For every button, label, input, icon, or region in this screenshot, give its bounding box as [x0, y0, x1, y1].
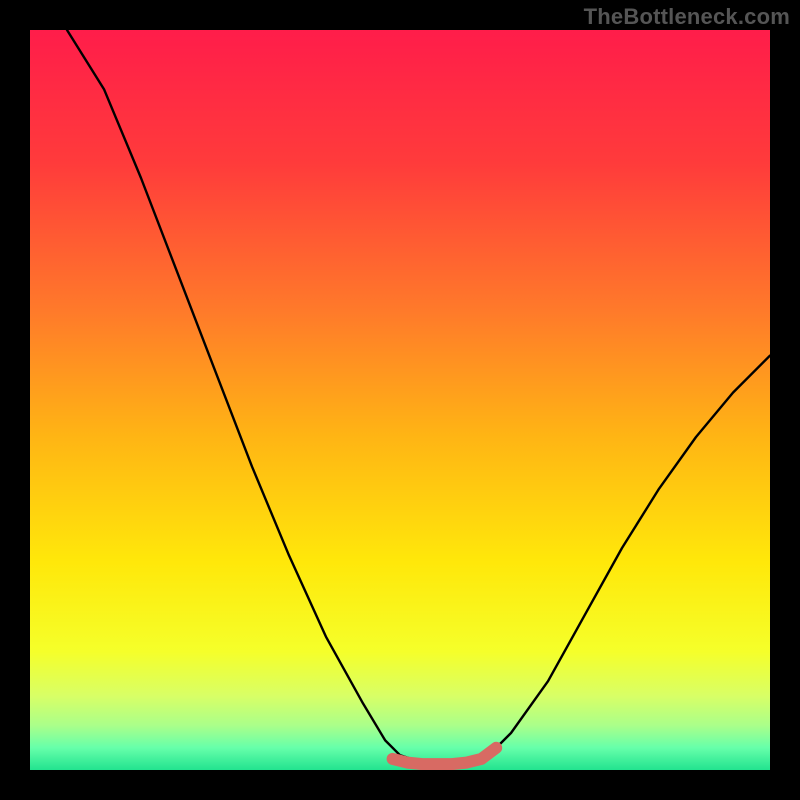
watermark-text: TheBottleneck.com	[584, 4, 790, 30]
chart-frame: TheBottleneck.com	[0, 0, 800, 800]
plot-area	[30, 30, 770, 770]
flat-bottom-highlight	[393, 748, 497, 764]
curve-layer	[30, 30, 770, 770]
bottleneck-curve	[67, 30, 770, 763]
